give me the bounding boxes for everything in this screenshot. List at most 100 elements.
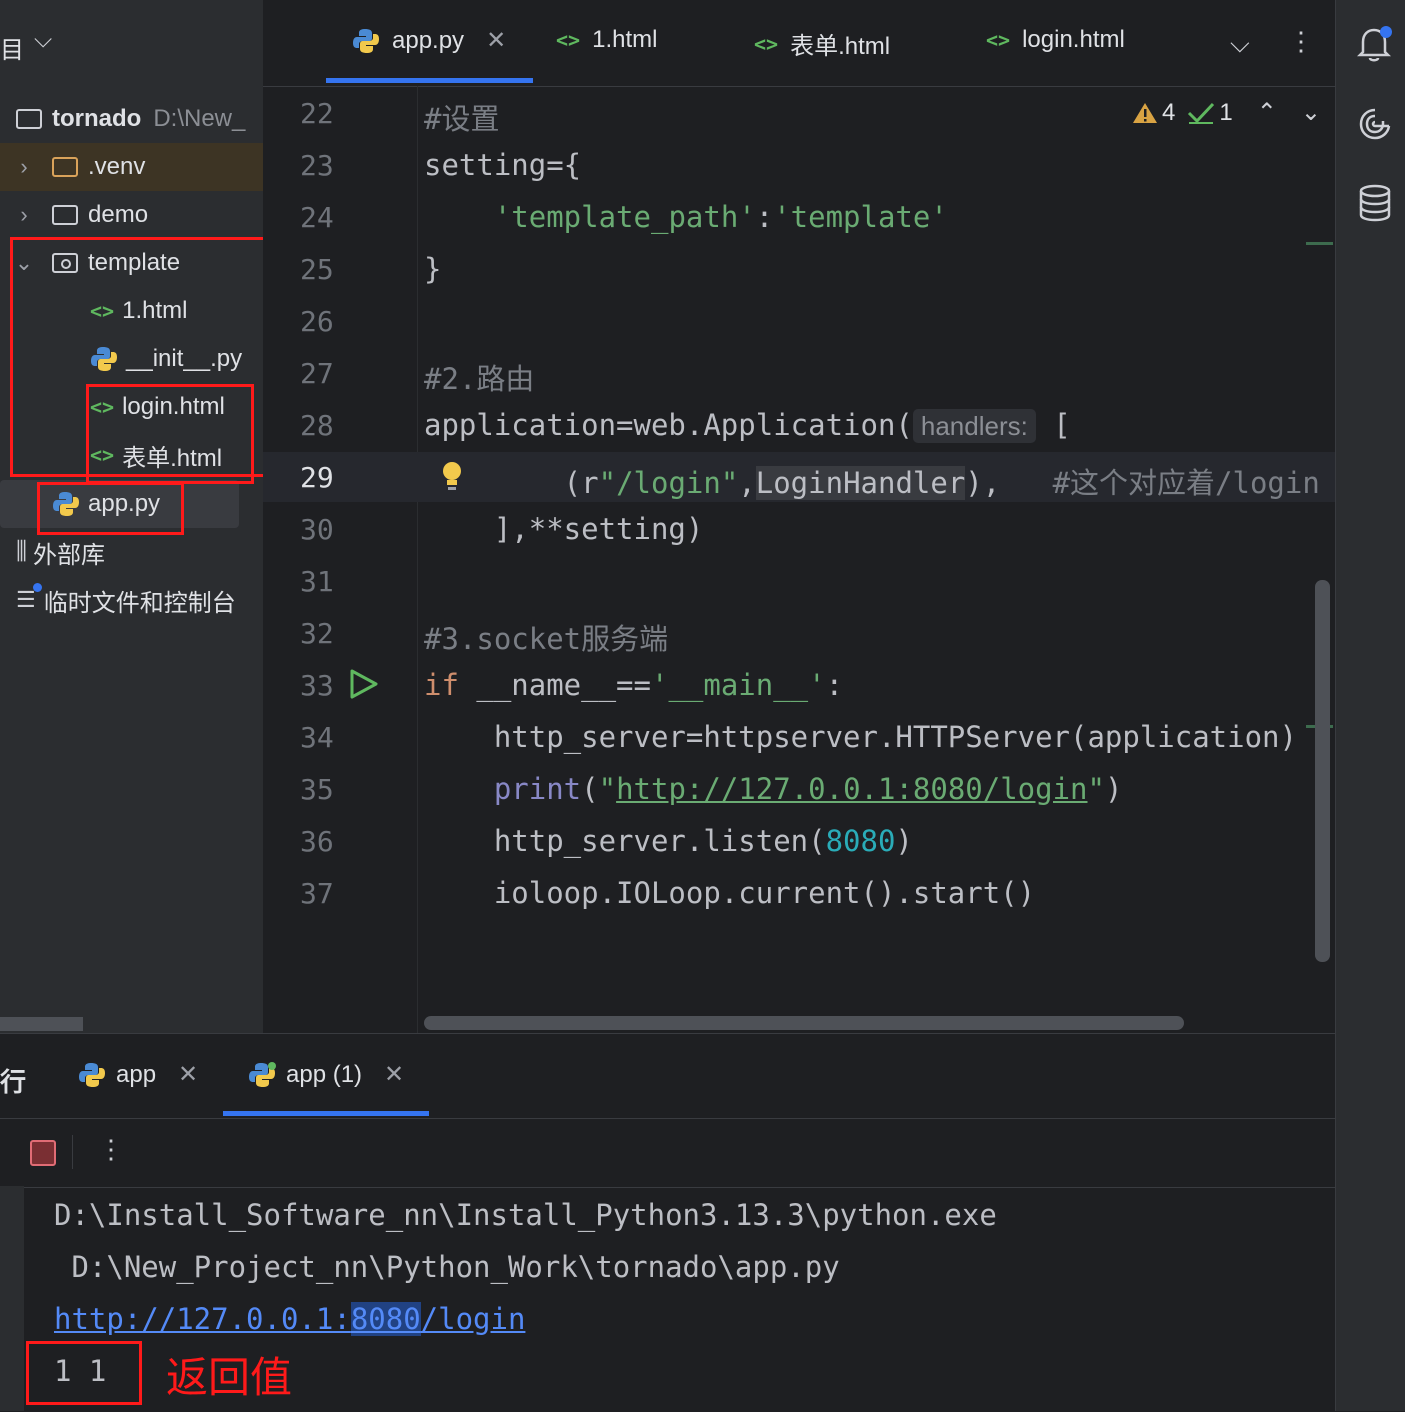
html-file-icon: <>: [754, 31, 779, 56]
active-run-tab-underline: [223, 1111, 429, 1116]
warning-count: 4: [1162, 98, 1176, 126]
code-line-33[interactable]: if __name__=='__main__':: [424, 668, 843, 702]
stop-icon[interactable]: [30, 1140, 56, 1166]
line-number: 33: [300, 669, 334, 702]
tab-label: 表单.html: [790, 33, 891, 60]
run-tab-app[interactable]: app ✕: [78, 1060, 198, 1089]
tree-item-scratches[interactable]: ☰ 临时文件和控制台: [0, 576, 263, 624]
toolbar-separator: [72, 1135, 73, 1169]
url-link[interactable]: http://127.0.0.1:8080/login: [616, 772, 1087, 806]
line-number: 30: [300, 513, 334, 546]
line-number: 28: [300, 409, 334, 442]
chevron-up-icon[interactable]: ⌃: [1257, 98, 1277, 127]
chevron-right-icon[interactable]: ›: [12, 202, 36, 228]
chevron-down-icon[interactable]: ⌵: [34, 26, 52, 54]
console-side-toolbar: [0, 1186, 24, 1411]
code-line-32[interactable]: #3.socket服务端: [424, 616, 668, 658]
console-url-link[interactable]: http://127.0.0.1:8080/login: [54, 1302, 525, 1336]
tab-app-py[interactable]: app.py ✕: [352, 26, 506, 55]
line-number: 23: [300, 149, 334, 182]
line-number: 35: [300, 773, 334, 806]
code-line-28[interactable]: application=web.Application(handlers: [: [424, 408, 1071, 443]
python-run-icon: [79, 1062, 105, 1087]
code-line-37[interactable]: ioloop.IOLoop.current().start(): [424, 876, 1035, 910]
run-tab-label: app (1): [286, 1060, 363, 1088]
code-line-27[interactable]: #2.路由: [424, 356, 534, 398]
chevron-right-icon[interactable]: ›: [12, 154, 36, 180]
library-icon: ⫼: [16, 538, 28, 565]
line-number: 32: [300, 617, 334, 650]
database-icon[interactable]: [1357, 184, 1393, 224]
more-vertical-icon[interactable]: ⋮: [1288, 26, 1314, 57]
code-line-30[interactable]: ],**setting): [424, 512, 704, 546]
line-number: 36: [300, 825, 334, 858]
tab-login-html[interactable]: <> login.html: [986, 26, 1125, 54]
tab-1-html[interactable]: <> 1.html: [556, 26, 657, 54]
more-vertical-icon[interactable]: ⋮: [98, 1134, 124, 1165]
code-line-35[interactable]: print("http://127.0.0.1:8080/login"): [424, 772, 1123, 806]
active-tab-underline: [326, 78, 533, 83]
warning-icon: [1133, 102, 1157, 123]
root-name: tornado: [52, 105, 142, 132]
line-number: 31: [300, 565, 334, 598]
change-marker: [1306, 242, 1333, 245]
tree-item-label: demo: [88, 201, 149, 228]
tree-item-label: .venv: [88, 153, 146, 180]
folder-icon: [16, 109, 42, 129]
tab-label: 1.html: [592, 26, 658, 53]
parameter-hint: handlers:: [912, 409, 1036, 443]
tab-form-html[interactable]: <> 表单.html: [754, 26, 890, 61]
html-file-icon: <>: [556, 28, 581, 52]
chevron-down-icon[interactable]: ⌄: [1301, 98, 1321, 127]
code-line-25[interactable]: }: [424, 252, 441, 286]
root-path: D:\New_: [153, 105, 246, 132]
annotation-box-html-files: [86, 384, 254, 484]
code-line-34[interactable]: http_server=httpserver.HTTPServer(applic…: [424, 720, 1319, 754]
html-file-icon: <>: [986, 28, 1011, 52]
scratches-icon: ☰: [16, 583, 42, 613]
project-h-scrollbar[interactable]: [0, 1017, 83, 1031]
notifications-icon[interactable]: [1357, 24, 1393, 64]
run-tab-label: app: [116, 1060, 157, 1088]
tab-label: app.py: [392, 26, 465, 54]
tree-item-label: 外部库: [33, 541, 106, 569]
close-icon[interactable]: ✕: [486, 26, 506, 55]
close-icon[interactable]: ✕: [178, 1060, 198, 1089]
annotation-box-app-py: [37, 482, 184, 535]
tree-item-demo[interactable]: › demo: [0, 191, 263, 239]
tree-root-tornado[interactable]: tornado D:\New_: [0, 95, 263, 143]
run-icon[interactable]: [348, 668, 380, 700]
run-panel-title: 行: [0, 1067, 27, 1097]
run-tab-app-1[interactable]: app (1) ✕: [248, 1060, 404, 1089]
code-line-24[interactable]: 'template_path':'template': [424, 200, 948, 234]
python-file-icon: [353, 28, 379, 53]
editor-v-scrollbar[interactable]: [1315, 580, 1330, 962]
annotation-label: 返回值: [166, 1353, 293, 1402]
annotation-box-output: [26, 1341, 142, 1405]
project-header-label[interactable]: 目: [0, 30, 24, 65]
tree-item-venv[interactable]: › .venv: [0, 143, 263, 191]
check-icon: [1188, 102, 1215, 124]
folder-icon: [52, 205, 78, 225]
close-icon[interactable]: ✕: [384, 1060, 404, 1089]
line-number: 29: [300, 461, 334, 494]
line-number: 25: [300, 253, 334, 286]
editor-h-scrollbar[interactable]: [424, 1016, 1184, 1030]
folder-icon: [52, 157, 78, 177]
line-number: 34: [300, 721, 334, 754]
tree-item-label: 临时文件和控制台: [43, 589, 236, 617]
code-line-23[interactable]: setting={: [424, 148, 581, 182]
python-running-icon: [249, 1061, 276, 1087]
console-line-script: D:\New_Project_nn\Python_Work\tornado\ap…: [54, 1250, 840, 1284]
line-number: 24: [300, 201, 334, 234]
ai-assistant-icon[interactable]: [1357, 106, 1393, 142]
run-toolbar: [0, 1118, 1335, 1188]
gutter-separator: [417, 86, 418, 1033]
code-line-29[interactable]: (r"/login",LoginHandler), #这个对应着/login: [424, 460, 1334, 502]
tree-item-external-libraries[interactable]: ⫼ 外部库: [0, 528, 263, 576]
code-line-36[interactable]: http_server.listen(8080): [424, 824, 913, 858]
line-number: 27: [300, 357, 334, 390]
chevron-down-icon[interactable]: ⌵: [1230, 28, 1250, 60]
inspection-widget[interactable]: 4 1 ⌃ ⌄: [1132, 98, 1321, 127]
code-line-22[interactable]: #设置: [424, 96, 499, 138]
